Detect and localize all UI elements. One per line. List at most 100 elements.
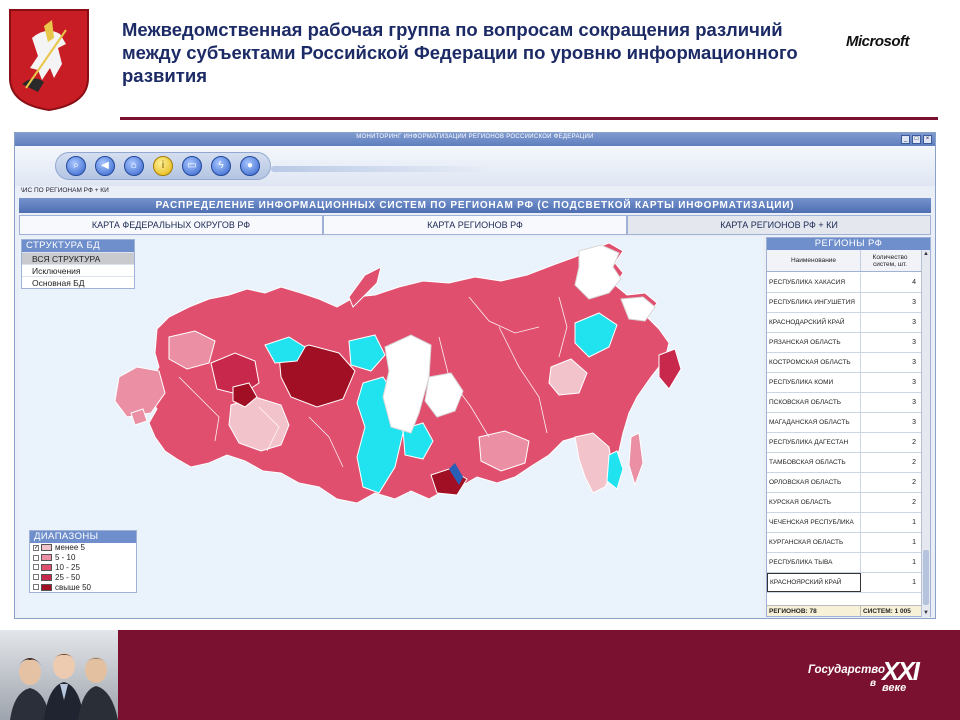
table-row[interactable]: ПСКОВСКАЯ ОБЛАСТЬ 3 bbox=[767, 393, 922, 413]
info-icon[interactable]: i bbox=[153, 156, 173, 176]
table-row[interactable]: КРАСНОДАРСКИЙ КРАЙ 3 bbox=[767, 313, 922, 333]
content-area: СТРУКТУРА БД ВСЯ СТРУКТУРА Исключения Ос… bbox=[19, 237, 931, 617]
legend-checkbox[interactable] bbox=[33, 574, 39, 581]
legend-swatch bbox=[41, 544, 52, 552]
system-count: 2 bbox=[912, 499, 916, 506]
table-row-selected[interactable]: КРАСНОЯРСКИЙ КРАЙ 1 bbox=[767, 573, 922, 593]
user-icon[interactable]: ● bbox=[240, 156, 260, 176]
table-row[interactable]: РЕСПУБЛИКА КОМИ 3 bbox=[767, 373, 922, 393]
table-row[interactable]: ОРЛОВСКАЯ ОБЛАСТЬ 2 bbox=[767, 473, 922, 493]
column-header-name[interactable]: Наименование bbox=[767, 250, 861, 271]
lightning-icon[interactable]: ϟ bbox=[211, 156, 231, 176]
map-area: СТРУКТУРА БД ВСЯ СТРУКТУРА Исключения Ос… bbox=[19, 237, 763, 617]
legend-item[interactable]: 10 - 25 bbox=[30, 563, 136, 573]
legend-item[interactable]: свыше 50 bbox=[30, 582, 136, 592]
legend-swatch bbox=[41, 573, 52, 581]
system-count: 1 bbox=[912, 579, 916, 586]
system-count: 3 bbox=[912, 399, 916, 406]
section-title: РАСПРЕДЕЛЕНИЕ ИНФОРМАЦИОННЫХ СИСТЕМ ПО Р… bbox=[19, 198, 931, 213]
map-island-sakhalin bbox=[628, 432, 644, 487]
table-row[interactable]: РЕСПУБЛИКА ДАГЕСТАН 2 bbox=[767, 433, 922, 453]
table-row[interactable]: ЧЕЧЕНСКАЯ РЕСПУБЛИКА 1 bbox=[767, 513, 922, 533]
region-name: РЕСПУБЛИКА ТЫВА bbox=[767, 553, 861, 572]
table-row[interactable]: РЯЗАНСКАЯ ОБЛАСТЬ 3 bbox=[767, 333, 922, 353]
region-name: ПСКОВСКАЯ ОБЛАСТЬ bbox=[767, 393, 861, 412]
systems-total: СИСТЕМ: 1 005 bbox=[863, 608, 911, 615]
region-name: ТАМБОВСКАЯ ОБЛАСТЬ bbox=[767, 453, 861, 472]
search-icon[interactable]: ⌕ bbox=[66, 156, 86, 176]
system-count: 4 bbox=[912, 279, 916, 286]
breadcrumb: \ИС ПО РЕГИОНАМ РФ + КИ bbox=[21, 187, 109, 194]
legend-label: свыше 50 bbox=[55, 582, 91, 592]
region-name: ЧЕЧЕНСКАЯ РЕСПУБЛИКА bbox=[767, 513, 861, 532]
tab-regions[interactable]: КАРТА РЕГИОНОВ РФ bbox=[323, 215, 627, 235]
legend-item[interactable]: ✓ менее 5 bbox=[30, 543, 136, 553]
structure-item-main-db[interactable]: Основная БД bbox=[22, 276, 134, 288]
regions-table-header: Наименование Количество систем, шт. bbox=[767, 250, 930, 272]
system-count: 2 bbox=[912, 479, 916, 486]
table-row[interactable]: РЕСПУБЛИКА ХАКАСИЯ 4 bbox=[767, 273, 922, 293]
system-count: 3 bbox=[912, 339, 916, 346]
regions-table-body: РЕСПУБЛИКА ХАКАСИЯ 4 РЕСПУБЛИКА ИНГУШЕТИЯ… bbox=[767, 273, 922, 593]
toolbar-decoration bbox=[271, 166, 491, 172]
ranges-legend-panel: ДИАПАЗОНЫ ✓ менее 5 5 - 10 10 - 25 25 - … bbox=[29, 530, 137, 593]
table-row[interactable]: ТАМБОВСКАЯ ОБЛАСТЬ 2 bbox=[767, 453, 922, 473]
legend-swatch bbox=[41, 563, 52, 571]
table-row[interactable]: РЕСПУБЛИКА ТЫВА 1 bbox=[767, 553, 922, 573]
table-row[interactable]: РЕСПУБЛИКА ИНГУШЕТИЯ 3 bbox=[767, 293, 922, 313]
legend-item[interactable]: 25 - 50 bbox=[30, 572, 136, 582]
app-window: МОНИТОРИНГ ИНФОРМАТИЗАЦИИ РЕГИОНОВ РОССИ… bbox=[14, 132, 936, 619]
region-name: КУРСКАЯ ОБЛАСТЬ bbox=[767, 493, 861, 512]
regions-scrollbar[interactable]: ▲ ▼ bbox=[921, 250, 930, 617]
legend-label: 10 - 25 bbox=[55, 562, 80, 572]
structure-item-all[interactable]: ВСЯ СТРУКТУРА bbox=[22, 252, 134, 264]
legend-checkbox[interactable] bbox=[33, 564, 39, 571]
toolbar: ⌕ ◀ ⌂ i ▭ ϟ ● bbox=[15, 146, 935, 186]
logo-suffix: веке bbox=[882, 682, 907, 694]
scroll-up-icon[interactable]: ▲ bbox=[922, 250, 930, 258]
column-header-count[interactable]: Количество систем, шт. bbox=[861, 250, 919, 271]
region-name: РЕСПУБЛИКА ИНГУШЕТИЯ bbox=[767, 293, 861, 312]
scroll-thumb[interactable] bbox=[923, 550, 929, 605]
legend-checkbox[interactable] bbox=[33, 584, 39, 591]
tab-federal-districts[interactable]: КАРТА ФЕДЕРАЛЬНЫХ ОКРУГОВ РФ bbox=[19, 215, 323, 235]
window-titlebar: МОНИТОРИНГ ИНФОРМАТИЗАЦИИ РЕГИОНОВ РОССИ… bbox=[15, 133, 935, 146]
legend-label: 25 - 50 bbox=[55, 572, 80, 582]
system-count: 3 bbox=[912, 299, 916, 306]
system-count: 1 bbox=[912, 519, 916, 526]
maximize-button[interactable]: □ bbox=[912, 135, 921, 144]
legend-item[interactable]: 5 - 10 bbox=[30, 553, 136, 563]
tab-regions-ki[interactable]: КАРТА РЕГИОНОВ РФ + КИ bbox=[627, 215, 931, 235]
system-count: 3 bbox=[912, 359, 916, 366]
table-row[interactable]: КОСТРОМСКАЯ ОБЛАСТЬ 3 bbox=[767, 353, 922, 373]
back-icon[interactable]: ◀ bbox=[95, 156, 115, 176]
table-row[interactable]: КУРГАНСКАЯ ОБЛАСТЬ 1 bbox=[767, 533, 922, 553]
legend-checkbox[interactable]: ✓ bbox=[33, 544, 39, 551]
structure-item-exclusions[interactable]: Исключения bbox=[22, 264, 134, 276]
map-island-kamchatka bbox=[658, 348, 682, 390]
region-name: КУРГАНСКАЯ ОБЛАСТЬ bbox=[767, 533, 861, 552]
home-icon[interactable]: ⌂ bbox=[124, 156, 144, 176]
legend-checkbox[interactable] bbox=[33, 554, 39, 561]
window-controls: _ □ × bbox=[901, 135, 932, 144]
map-region-cyan-6 bbox=[606, 450, 624, 490]
table-row[interactable]: МАГАДАНСКАЯ ОБЛАСТЬ 3 bbox=[767, 413, 922, 433]
table-row[interactable]: КУРСКАЯ ОБЛАСТЬ 2 bbox=[767, 493, 922, 513]
region-name: РЯЗАНСКАЯ ОБЛАСТЬ bbox=[767, 333, 861, 352]
regions-panel: РЕГИОНЫ РФ Наименование Количество систе… bbox=[766, 237, 931, 617]
region-name: ОРЛОВСКАЯ ОБЛАСТЬ bbox=[767, 473, 861, 492]
toolbar-button-group: ⌕ ◀ ⌂ i ▭ ϟ ● bbox=[55, 152, 271, 180]
book-icon[interactable]: ▭ bbox=[182, 156, 202, 176]
system-count: 1 bbox=[912, 559, 916, 566]
minimize-button[interactable]: _ bbox=[901, 135, 910, 144]
close-button[interactable]: × bbox=[923, 135, 932, 144]
slide-header: Межведомственная рабочая группа по вопро… bbox=[0, 0, 960, 125]
region-name: РЕСПУБЛИКА ХАКАСИЯ bbox=[767, 273, 861, 292]
scroll-down-icon[interactable]: ▼ bbox=[922, 609, 930, 617]
structure-panel-title: СТРУКТУРА БД bbox=[22, 240, 134, 252]
legend-swatch bbox=[41, 554, 52, 562]
regions-table-footer: РЕГИОНОВ: 78 СИСТЕМ: 1 005 bbox=[767, 605, 922, 616]
system-count: 2 bbox=[912, 439, 916, 446]
logo-word: Государство bbox=[808, 664, 885, 676]
regions-total: РЕГИОНОВ: 78 bbox=[767, 606, 861, 616]
